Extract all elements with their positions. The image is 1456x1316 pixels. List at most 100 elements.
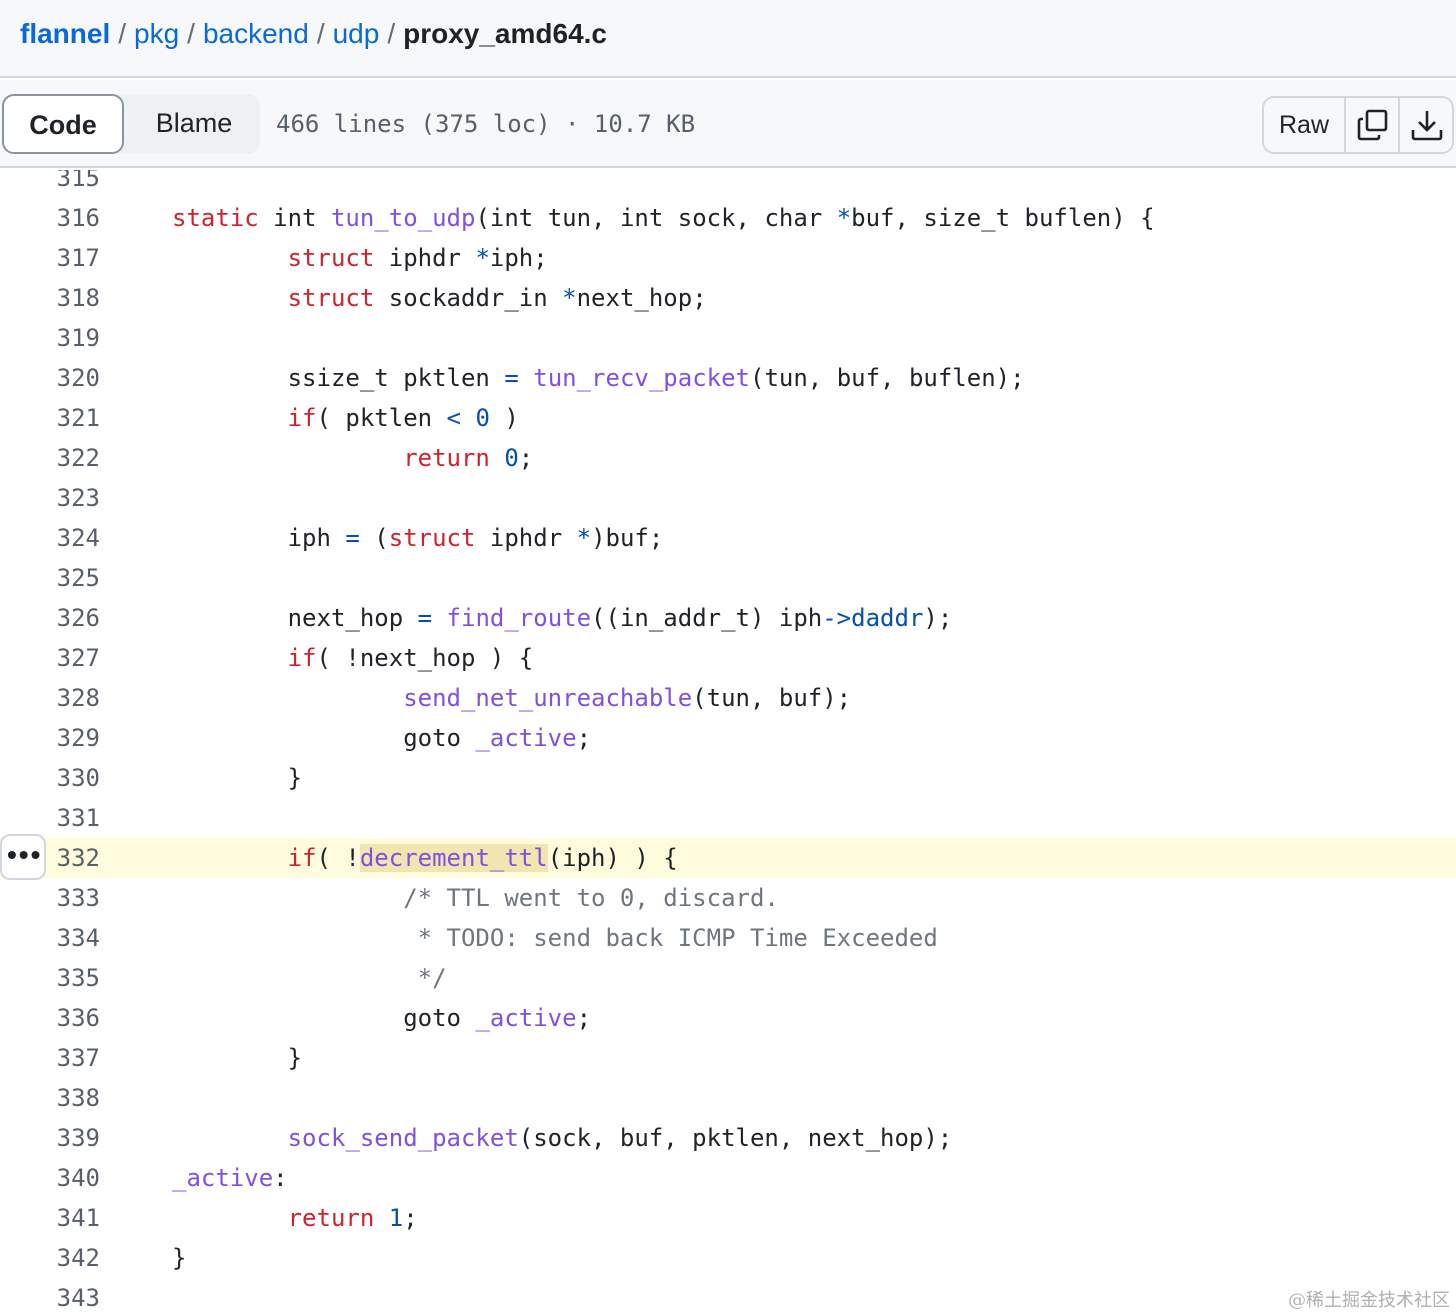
kebab-horizontal-icon: ••• — [7, 839, 43, 870]
line-number[interactable]: 315 — [40, 170, 100, 198]
code-line: 340 _active: — [0, 1158, 1456, 1198]
code-line: 320 ssize_t pktlen = tun_recv_packet(tun… — [0, 358, 1456, 398]
code-line: 333 /* TTL went to 0, discard. — [0, 878, 1456, 918]
line-number[interactable]: 330 — [40, 758, 100, 798]
line-number[interactable]: 332 — [40, 838, 100, 878]
line-number[interactable]: 336 — [40, 998, 100, 1038]
code-line: 329 goto _active; — [0, 718, 1456, 758]
line-number[interactable]: 337 — [40, 1038, 100, 1078]
code-view: 315 316 static int tun_to_udp(int tun, in… — [0, 170, 1456, 1316]
tab-code[interactable]: Code — [2, 94, 124, 154]
line-number[interactable]: 327 — [40, 638, 100, 678]
code-line: 315 — [0, 170, 1456, 198]
breadcrumb-repo-link[interactable]: flannel — [20, 18, 110, 49]
line-number[interactable]: 321 — [40, 398, 100, 438]
breadcrumb-separator: / — [187, 18, 195, 49]
raw-button[interactable]: Raw — [1264, 98, 1346, 152]
line-number[interactable]: 326 — [40, 598, 100, 638]
file-actions: Raw — [1262, 96, 1454, 154]
code-line: 321 if( pktlen < 0 ) — [0, 398, 1456, 438]
line-content: } — [172, 1244, 187, 1272]
line-number[interactable]: 338 — [40, 1078, 100, 1118]
watermark: @稀土掘金技术社区 — [1288, 1290, 1450, 1311]
breadcrumb-backend-link[interactable]: backend — [203, 18, 309, 49]
copy-icon — [1357, 109, 1388, 141]
view-toggle: Code Blame — [2, 94, 260, 154]
line-number[interactable]: 333 — [40, 878, 100, 918]
line-number[interactable]: 339 — [40, 1118, 100, 1158]
code-line: 343 — [0, 1278, 1456, 1316]
line-number[interactable]: 325 — [40, 558, 100, 598]
code-line: 335 */ — [0, 958, 1456, 998]
line-content: } — [172, 764, 303, 792]
file-meta: 466 lines (375 loc) · 10.7 KB — [276, 110, 696, 138]
line-content: _active: — [172, 1164, 288, 1192]
breadcrumb-udp-link[interactable]: udp — [333, 18, 380, 49]
code-line: 317 struct iphdr *iph; — [0, 238, 1456, 278]
line-content: if( !decrement_ttl(iph) ) { — [287, 844, 678, 872]
line-content: send_net_unreachable(tun, buf); — [403, 684, 852, 712]
code-line: 331 — [0, 798, 1456, 838]
breadcrumb-separator: / — [387, 18, 396, 49]
line-number[interactable]: 340 — [40, 1158, 100, 1198]
line-content: ssize_t pktlen = tun_recv_packet(tun, bu… — [172, 364, 1025, 392]
code-line: 336 goto _active; — [0, 998, 1456, 1038]
line-number[interactable]: 319 — [40, 318, 100, 358]
line-number[interactable]: 328 — [40, 678, 100, 718]
line-number[interactable]: 334 — [40, 918, 100, 958]
line-content: */ — [172, 964, 447, 992]
line-number[interactable]: 335 — [40, 958, 100, 998]
line-content: return 0; — [403, 444, 534, 472]
code-line: 323 — [0, 478, 1456, 518]
line-content: static int tun_to_udp(int tun, int sock,… — [172, 204, 1155, 232]
line-content: if( !next_hop ) { — [287, 644, 534, 672]
breadcrumb-separator: / — [316, 18, 325, 49]
line-content: return 1; — [287, 1204, 418, 1232]
code-line: 322 return 0; — [0, 438, 1456, 478]
code-line: 326 next_hop = find_route((in_addr_t) ip… — [0, 598, 1456, 638]
line-number[interactable]: 322 — [40, 438, 100, 478]
line-number[interactable]: 323 — [40, 478, 100, 518]
code-line: 319 — [0, 318, 1456, 358]
line-content: goto _active; — [172, 724, 592, 752]
line-number[interactable]: 329 — [40, 718, 100, 758]
line-content: struct iphdr *iph; — [287, 244, 548, 272]
line-content: struct sockaddr_in *next_hop; — [287, 284, 707, 312]
file-header: Code Blame 466 lines (375 loc) · 10.7 KB… — [0, 80, 1456, 168]
breadcrumb-separator: / — [118, 18, 127, 49]
code-line: 339 sock_send_packet(sock, buf, pktlen, … — [0, 1118, 1456, 1158]
line-content: next_hop = find_route((in_addr_t) iph->d… — [172, 604, 953, 632]
code-line: 341 return 1; — [0, 1198, 1456, 1238]
copy-button[interactable] — [1346, 98, 1400, 152]
line-number[interactable]: 316 — [40, 198, 100, 238]
line-options-button[interactable]: ••• — [0, 834, 46, 880]
line-content: * TODO: send back ICMP Time Exceeded — [172, 924, 938, 952]
code-line: 325 — [0, 558, 1456, 598]
line-number[interactable]: 324 — [40, 518, 100, 558]
breadcrumb-pkg-link[interactable]: pkg — [134, 18, 179, 49]
download-icon — [1411, 111, 1443, 141]
line-number[interactable]: 342 — [40, 1238, 100, 1278]
line-number[interactable]: 317 — [40, 238, 100, 278]
code-line-highlighted: 332 if( !decrement_ttl(iph) ) { — [0, 838, 1456, 878]
code-line: 324 iph = (struct iphdr *)buf; — [0, 518, 1456, 558]
line-content: } — [172, 1044, 303, 1072]
code-line: 318 struct sockaddr_in *next_hop; — [0, 278, 1456, 318]
code-line: 334 * TODO: send back ICMP Time Exceeded — [0, 918, 1456, 958]
line-number[interactable]: 341 — [40, 1198, 100, 1238]
breadcrumb-bar: flannel / pkg / backend / udp / proxy_amd64.c — [0, 0, 1456, 78]
line-content: iph = (struct iphdr *)buf; — [172, 524, 664, 552]
code-line: 337 } — [0, 1038, 1456, 1078]
line-number[interactable]: 318 — [40, 278, 100, 318]
code-line: 342} — [0, 1238, 1456, 1278]
code-line: 316 static int tun_to_udp(int tun, int so… — [0, 198, 1456, 238]
line-content: /* TTL went to 0, discard. — [403, 884, 779, 912]
code-line: 328 send_net_unreachable(tun, buf); — [0, 678, 1456, 718]
line-content: goto _active; — [172, 1004, 592, 1032]
tab-blame[interactable]: Blame — [128, 94, 260, 154]
download-button[interactable] — [1400, 98, 1452, 152]
line-number[interactable]: 320 — [40, 358, 100, 398]
breadcrumb: flannel / pkg / backend / udp / proxy_amd64.c — [20, 16, 607, 52]
line-number[interactable]: 343 — [40, 1278, 100, 1316]
line-number[interactable]: 331 — [40, 798, 100, 838]
